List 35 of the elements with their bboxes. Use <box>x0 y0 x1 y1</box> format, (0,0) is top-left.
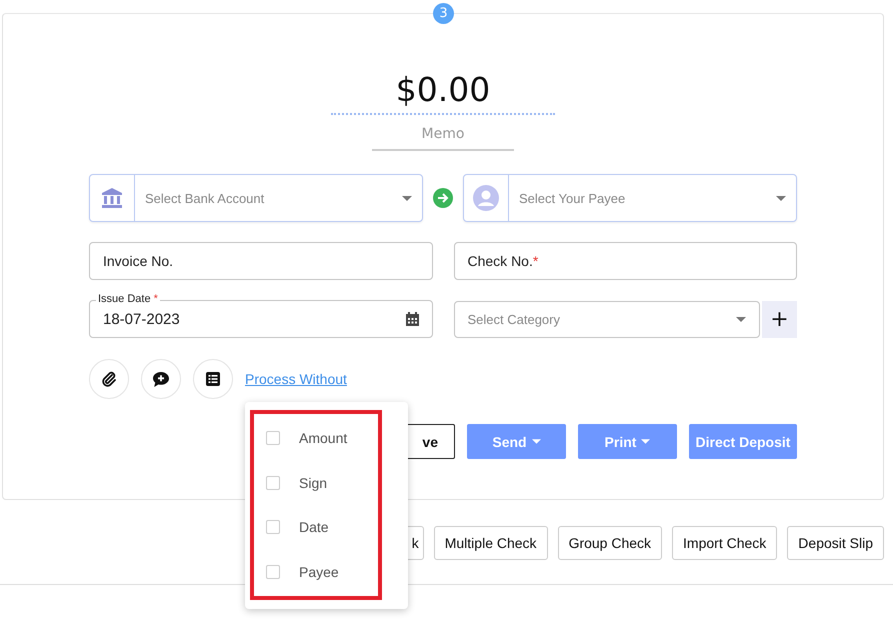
amount-field[interactable]: $0.00 <box>331 70 555 115</box>
checkbox[interactable] <box>266 564 280 579</box>
checkbox[interactable] <box>266 476 280 490</box>
category-select[interactable]: Select Category <box>454 301 760 338</box>
menu-option[interactable]: Payee <box>299 564 339 580</box>
caret-icon <box>532 439 541 444</box>
checkbox[interactable] <box>266 431 280 446</box>
step-badge: 3 <box>433 3 454 24</box>
calendar-icon <box>406 312 418 326</box>
user-avatar-icon <box>473 185 499 211</box>
invoice-field[interactable]: Invoice No. <box>89 242 432 280</box>
check-type-button[interactable]: Multiple Check <box>434 526 548 560</box>
menu-option[interactable]: Amount <box>299 430 348 446</box>
list-icon <box>206 372 220 386</box>
add-comment-button[interactable] <box>141 359 181 399</box>
check-type-button[interactable]: Deposit Slip <box>787 526 884 560</box>
check-type-button[interactable]: Group Check <box>558 526 662 560</box>
menu-option[interactable]: Sign <box>299 474 328 491</box>
paperclip-icon <box>101 371 117 387</box>
bank-icon <box>101 188 123 208</box>
checkbox[interactable] <box>266 520 280 534</box>
check-type-button[interactable]: Import Check <box>672 526 778 560</box>
list-button[interactable] <box>193 359 233 399</box>
payee-select[interactable]: Select Your Payee <box>463 174 797 222</box>
caret-icon <box>641 439 650 444</box>
arrow-right-icon <box>433 188 453 208</box>
check-number-field[interactable]: Check No.* <box>454 242 797 280</box>
chat-plus-icon <box>153 372 169 386</box>
caret-icon <box>402 196 412 200</box>
menu-option[interactable]: Date <box>299 519 329 536</box>
caret-icon <box>776 196 786 200</box>
add-category-button[interactable]: + <box>762 301 797 338</box>
attach-button[interactable] <box>89 359 129 399</box>
bank-account-select[interactable]: Select Bank Account <box>89 174 423 222</box>
caret-icon <box>736 317 746 322</box>
